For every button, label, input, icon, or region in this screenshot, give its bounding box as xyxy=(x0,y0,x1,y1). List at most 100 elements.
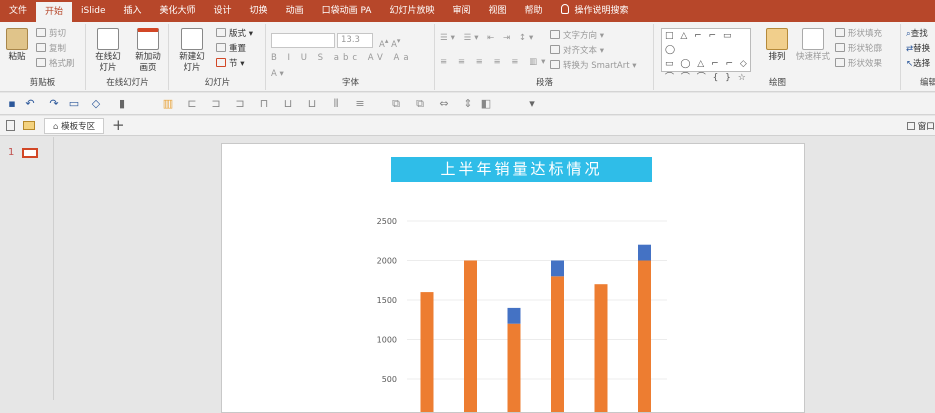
font-size-input[interactable]: 13.3 xyxy=(337,33,373,48)
online-slide-icon xyxy=(97,28,119,50)
convert-smartart-button[interactable]: 转换为 SmartArt ▾ xyxy=(550,60,637,73)
quick-styles-button[interactable]: 快速样式 xyxy=(793,28,833,63)
quick-styles-label: 快速样式 xyxy=(795,52,830,62)
select-button[interactable]: ↖选择 xyxy=(906,58,930,71)
save-icon[interactable]: ▪ xyxy=(6,98,18,110)
distribute-v-icon[interactable]: ≡ xyxy=(354,98,366,110)
shapes-icon[interactable]: ◇ xyxy=(90,98,102,110)
text-direction-label: 文字方向 xyxy=(563,31,598,41)
bar-orange[interactable] xyxy=(551,276,564,412)
distribute-h-icon[interactable]: ⫴ xyxy=(330,98,342,110)
shapes-gallery[interactable]: □ △ ⌐ ⌐ ▭ ◯ ▭ ◯ △ ⌐ ⌐ ◇ ⌒ ⌒ ⌒ { } ☆ xyxy=(661,28,751,83)
align-text-icon xyxy=(550,45,560,54)
chart-icon[interactable]: ▥ xyxy=(162,98,174,110)
tell-me-search[interactable]: 操作说明搜索 xyxy=(552,0,638,22)
align-text-button[interactable]: 对齐文本 ▾ xyxy=(550,45,604,58)
template-tab[interactable]: ⌂ 模板专区 xyxy=(44,118,105,134)
ungroup-icon[interactable]: ⧉ xyxy=(414,98,426,110)
menu-tab-transitions[interactable]: 切换 xyxy=(241,0,277,22)
grow-font-button[interactable]: A▴ A▾ xyxy=(379,34,400,50)
bar-orange[interactable] xyxy=(420,292,434,412)
format-buttons-row[interactable]: B I U S abc AV Aa xyxy=(271,52,413,65)
shape-outline-button[interactable]: 形状轮廓 xyxy=(835,43,882,56)
font-name-input[interactable] xyxy=(271,33,335,48)
editing-group-label: 编辑 xyxy=(920,78,935,88)
bar-orange[interactable] xyxy=(594,284,608,412)
menu-tab-animations[interactable]: 动画 xyxy=(277,0,313,22)
menu-tab-design[interactable]: 设计 xyxy=(205,0,241,22)
align-center-icon[interactable]: ⊐ xyxy=(210,98,222,110)
slides-group: 新建幻灯片 版式 ▾ 重置 节 ▾ 幻灯片 xyxy=(170,24,266,90)
arrange-button[interactable]: 排列 xyxy=(763,28,791,63)
cut-button[interactable]: 剪切 xyxy=(36,28,66,41)
present-icon[interactable]: ▭ xyxy=(68,98,80,110)
bar-orange[interactable] xyxy=(464,260,477,413)
align-bottom-icon[interactable]: ⊔ xyxy=(306,98,318,110)
menu-tab-islide[interactable]: iSlide xyxy=(72,0,114,22)
menu-tab-meihua[interactable]: 美化大师 xyxy=(151,0,205,22)
slide-thumbnail-number: 1 xyxy=(8,147,15,158)
y-tick-label: 1000 xyxy=(377,336,397,345)
bullets-button[interactable]: ☰▾ ☰▾ ⇤ ⇥ ↕▾ xyxy=(440,32,536,45)
replace-button[interactable]: ⇄替换 xyxy=(906,43,930,56)
select-label: 选择 xyxy=(913,59,931,69)
add-tab-button[interactable]: + xyxy=(112,116,125,134)
section-icon xyxy=(216,58,226,67)
align-left-icon[interactable]: ⊏ xyxy=(186,98,198,110)
undo-icon[interactable]: ↶ xyxy=(24,98,36,110)
customize-toolbar-icon[interactable]: ▾ xyxy=(526,98,538,110)
align-right-icon[interactable]: ⊐ xyxy=(234,98,246,110)
new-file-icon[interactable] xyxy=(6,120,15,131)
menu-tab-pocket-animation[interactable]: 口袋动画 PA xyxy=(313,0,381,22)
bar-orange[interactable] xyxy=(507,323,521,412)
bar-chart[interactable]: 2500 2000 1500 1000 500 xyxy=(222,144,804,412)
menu-tab-insert[interactable]: 插入 xyxy=(115,0,151,22)
paste-label: 粘贴 xyxy=(8,52,26,62)
shape-effects-button[interactable]: 形状效果 xyxy=(835,58,882,71)
bars-icon[interactable]: ▮ xyxy=(116,98,128,110)
same-width-icon[interactable]: ⇔ xyxy=(438,98,450,110)
layout-label: 版式 xyxy=(229,29,247,39)
paragraph-group-label: 段落 xyxy=(535,78,553,88)
same-height-icon[interactable]: ⇕ xyxy=(462,98,474,110)
align-top-icon[interactable]: ⊓ xyxy=(258,98,270,110)
bar-blue[interactable] xyxy=(507,307,521,324)
section-label: 节 xyxy=(229,59,238,69)
slide-canvas[interactable]: 上半年销量达标情况 2500 2000 1500 1000 500 xyxy=(221,143,805,413)
folder-icon[interactable] xyxy=(23,121,35,130)
menu-bar: 文件 开始 iSlide 插入 美化大师 设计 切换 动画 口袋动画 PA 幻灯… xyxy=(0,0,935,22)
shape-fill-button[interactable]: 形状填充 xyxy=(835,28,882,41)
copy-button[interactable]: 复制 xyxy=(36,43,66,56)
align-buttons-row[interactable]: ≡ ≡ ≡ ≡ ≡ ▥▾ xyxy=(440,56,549,69)
format-painter-button[interactable]: 格式刷 xyxy=(36,58,75,71)
quick-styles-icon xyxy=(802,28,824,50)
animation-page-icon xyxy=(137,28,159,50)
cut-label: 剪切 xyxy=(49,29,67,39)
reset-button[interactable]: 重置 xyxy=(216,43,246,56)
slide-thumbnail[interactable] xyxy=(22,148,38,158)
bar-blue[interactable] xyxy=(551,260,564,277)
group-icon[interactable]: ⧉ xyxy=(390,98,402,110)
new-slide-button[interactable]: 新建幻灯片 xyxy=(174,28,210,74)
menu-tab-home[interactable]: 开始 xyxy=(36,2,73,22)
online-slides-button[interactable]: 在线幻灯片 xyxy=(91,28,125,74)
text-direction-button[interactable]: 文字方向 ▾ xyxy=(550,30,604,43)
shape-outline-label: 形状轮廓 xyxy=(848,44,883,54)
layout-button[interactable]: 版式 ▾ xyxy=(216,28,253,41)
menu-tab-view[interactable]: 视图 xyxy=(479,0,515,22)
find-button[interactable]: ⌕查找 xyxy=(906,28,928,41)
merge-shapes-icon[interactable]: ◧ xyxy=(480,98,492,110)
menu-file[interactable]: 文件 xyxy=(0,0,36,22)
redo-icon[interactable]: ↷ xyxy=(48,98,60,110)
menu-tab-slideshow[interactable]: 幻灯片放映 xyxy=(380,0,443,22)
clipboard-group: 粘贴 剪切 复制 格式刷 剪贴板 xyxy=(0,24,86,90)
menu-tab-help[interactable]: 帮助 xyxy=(516,0,552,22)
bar-orange[interactable] xyxy=(638,260,651,413)
window-button[interactable]: 窗口 xyxy=(907,120,935,132)
new-animation-button[interactable]: 新加动画页 xyxy=(131,28,165,74)
align-middle-icon[interactable]: ⊔ xyxy=(282,98,294,110)
menu-tab-review[interactable]: 审阅 xyxy=(443,0,479,22)
paste-button[interactable]: 粘贴 xyxy=(4,28,30,63)
section-button[interactable]: 节 ▾ xyxy=(216,58,244,71)
bar-blue[interactable] xyxy=(638,244,651,261)
